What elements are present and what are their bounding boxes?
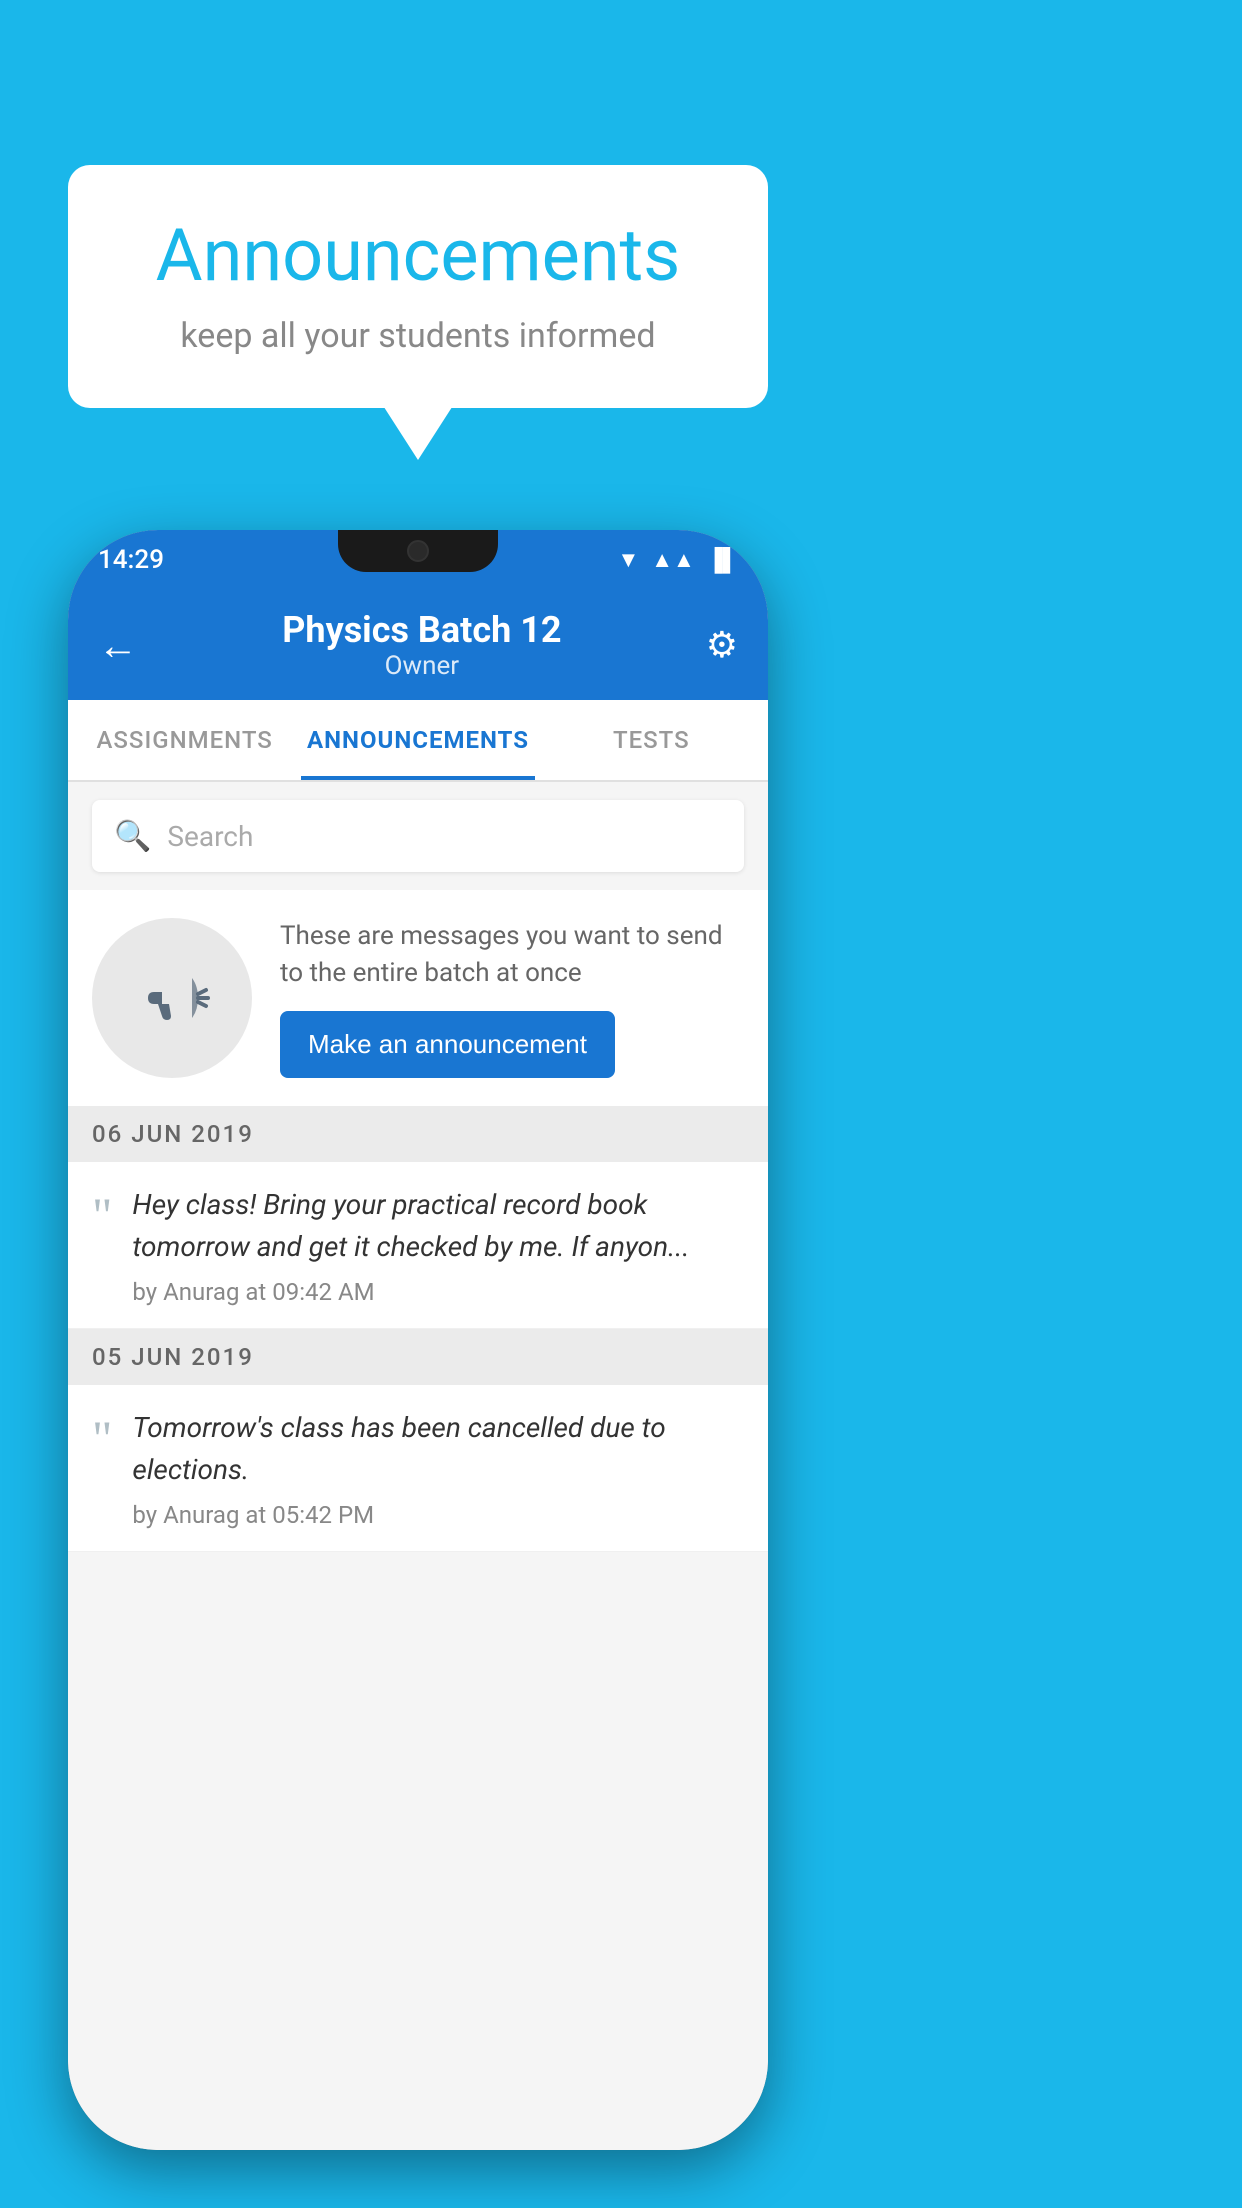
announcement-text-2: Tomorrow's class has been cancelled due … xyxy=(132,1407,744,1491)
promo-icon-circle xyxy=(92,918,252,1078)
app-bar: ← Physics Batch 12 Owner ⚙ xyxy=(68,590,768,700)
announcement-promo: These are messages you want to send to t… xyxy=(68,890,768,1106)
promo-right: These are messages you want to send to t… xyxy=(280,918,744,1078)
tabs-bar: ASSIGNMENTS ANNOUNCEMENTS TESTS xyxy=(68,700,768,782)
announcement-meta-2: by Anurag at 05:42 PM xyxy=(132,1501,744,1529)
quote-icon-2: " xyxy=(92,1413,112,1463)
speech-bubble-title: Announcements xyxy=(128,213,708,298)
phone-screen: 14:29 ▼ ▲▲ ▐▌ ← Physics Batch 12 Owner ⚙ xyxy=(68,530,768,2150)
battery-icon: ▐▌ xyxy=(707,547,738,573)
phone-notch xyxy=(338,530,498,572)
search-icon: 🔍 xyxy=(114,819,151,854)
tab-announcements[interactable]: ANNOUNCEMENTS xyxy=(301,700,534,780)
app-bar-center: Physics Batch 12 Owner xyxy=(138,609,706,681)
screen-content: 🔍 Search xyxy=(68,782,768,2150)
date-separator-1: 06 JUN 2019 xyxy=(68,1106,768,1162)
status-icons: ▼ ▲▲ ▐▌ xyxy=(617,547,738,573)
megaphone-icon xyxy=(132,958,212,1038)
app-bar-subtitle: Owner xyxy=(138,651,706,681)
speech-bubble-section: Announcements keep all your students inf… xyxy=(68,165,768,408)
announcement-text-wrap-2: Tomorrow's class has been cancelled due … xyxy=(132,1407,744,1529)
promo-description: These are messages you want to send to t… xyxy=(280,918,744,991)
tab-tests[interactable]: TESTS xyxy=(535,700,768,780)
status-time: 14:29 xyxy=(98,545,164,575)
back-button[interactable]: ← xyxy=(98,622,138,669)
speech-bubble: Announcements keep all your students inf… xyxy=(68,165,768,408)
search-bar[interactable]: 🔍 Search xyxy=(92,800,744,872)
date-separator-2: 05 JUN 2019 xyxy=(68,1329,768,1385)
wifi-icon: ▼ xyxy=(617,547,639,573)
phone-wrapper: 14:29 ▼ ▲▲ ▐▌ ← Physics Batch 12 Owner ⚙ xyxy=(68,530,768,2150)
settings-icon[interactable]: ⚙ xyxy=(706,624,738,666)
announcement-text-wrap-1: Hey class! Bring your practical record b… xyxy=(132,1184,744,1306)
phone-device: 14:29 ▼ ▲▲ ▐▌ ← Physics Batch 12 Owner ⚙ xyxy=(68,530,768,2150)
quote-icon-1: " xyxy=(92,1190,112,1240)
phone-camera xyxy=(407,540,429,562)
signal-icon: ▲▲ xyxy=(651,547,695,573)
search-placeholder: Search xyxy=(167,820,253,853)
speech-bubble-subtitle: keep all your students informed xyxy=(128,316,708,356)
app-bar-title: Physics Batch 12 xyxy=(138,609,706,651)
announcement-item-1[interactable]: " Hey class! Bring your practical record… xyxy=(68,1162,768,1329)
announcement-text-1: Hey class! Bring your practical record b… xyxy=(132,1184,744,1268)
announcement-item-2[interactable]: " Tomorrow's class has been cancelled du… xyxy=(68,1385,768,1552)
tab-assignments[interactable]: ASSIGNMENTS xyxy=(68,700,301,780)
announcement-meta-1: by Anurag at 09:42 AM xyxy=(132,1278,744,1306)
make-announcement-button[interactable]: Make an announcement xyxy=(280,1011,615,1078)
